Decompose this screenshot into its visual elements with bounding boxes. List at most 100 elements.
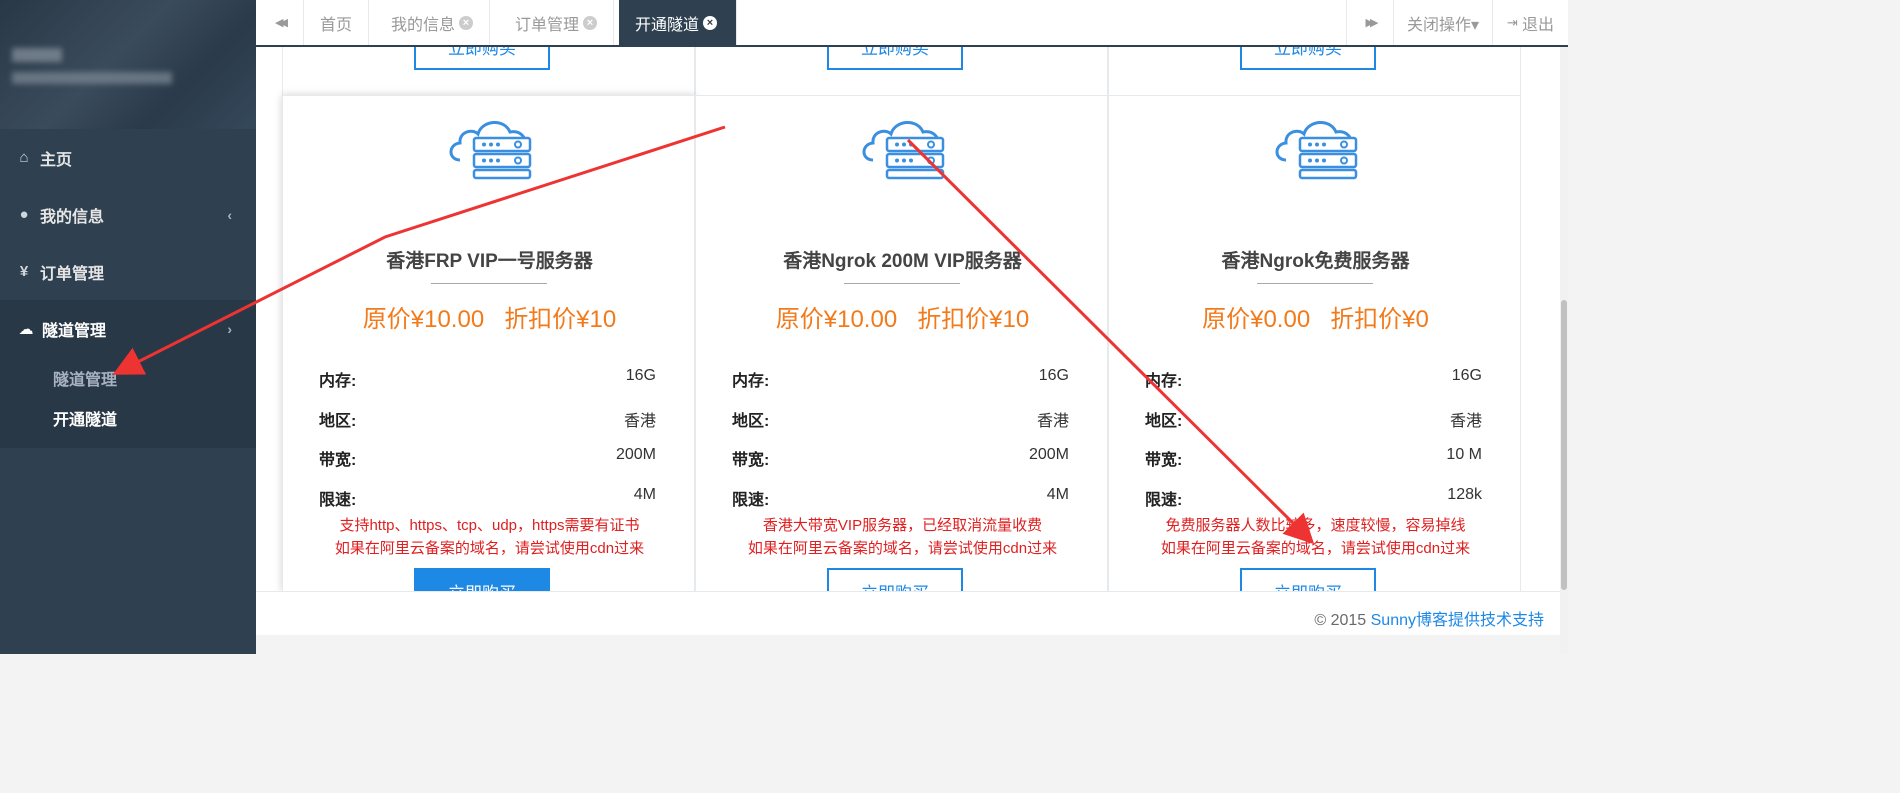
- page-bottom: [256, 635, 1560, 654]
- sidebar-item-tunnel-mgmt[interactable]: ☁ 隧道管理 ›: [0, 300, 256, 357]
- cloud-server-icon: [1275, 121, 1358, 180]
- logout-button[interactable]: ⇥ 退出: [1493, 0, 1568, 45]
- divider: [431, 283, 547, 284]
- spec-label: 带宽:: [1145, 452, 1183, 469]
- copyright-text: © 2015: [1314, 612, 1371, 629]
- scroll-tabs-left-button[interactable]: ◀◀: [256, 0, 304, 45]
- note-line: 支持http、https、tcp、udp，https需要有证书: [339, 517, 640, 534]
- discount-price: 折扣价¥0: [1330, 306, 1429, 333]
- scrollbar-thumb[interactable]: [1561, 300, 1567, 590]
- original-price: 原价¥0.00: [1202, 306, 1311, 333]
- sidebar-item-home[interactable]: ⌂ 主页: [0, 129, 256, 186]
- sidebar-item-label: 主页: [40, 151, 73, 169]
- spec-label: 内存:: [732, 373, 770, 390]
- tab-label: 我的信息: [391, 16, 456, 34]
- blurred-username: [12, 48, 62, 62]
- tab-label: 开通隧道: [635, 16, 700, 34]
- server-card: 香港Ngrok 200M VIP服务器 原价¥10.00 折扣价¥10 内存: …: [695, 95, 1108, 591]
- note-line: 香港大带宽VIP服务器，已经取消流量收费: [762, 517, 1043, 534]
- user-icon: ●: [19, 206, 29, 223]
- sidebar-item-label: 订单管理: [40, 265, 105, 283]
- sidebar: ⌂ 主页 ● 我的信息 ‹ ¥ 订单管理 ☁ 隧道管理 › 隧道管理 开通隧道: [0, 0, 256, 654]
- spec-label: 带宽:: [732, 452, 770, 469]
- spec-label: 地区:: [1145, 413, 1183, 430]
- spec-value: 4M: [1046, 486, 1069, 503]
- spec-value: 4M: [633, 486, 656, 503]
- original-price: 原价¥10.00: [362, 306, 485, 333]
- discount-price: 折扣价¥10: [504, 306, 617, 333]
- note-line: 如果在阿里云备案的域名，请尝试使用cdn过来: [334, 540, 645, 557]
- tab-home[interactable]: 首页: [304, 0, 370, 45]
- chevron-right-icon: ›: [227, 320, 232, 337]
- close-icon[interactable]: ×: [459, 15, 474, 30]
- close-icon[interactable]: ×: [583, 15, 598, 30]
- spec-value: 16G: [1451, 367, 1482, 384]
- main-content: 立即购买 立即购买 立即购买 香港FRP VIP一号服务器 原价¥10.00 折…: [256, 47, 1568, 591]
- tab-open-tunnel[interactable]: 开通隧道 ×: [619, 0, 737, 45]
- spec-value: 香港: [623, 413, 656, 430]
- scroll-tabs-right-button[interactable]: ▶▶: [1346, 0, 1394, 45]
- spec-value: 香港: [1449, 413, 1482, 430]
- blurred-user-info: [12, 72, 172, 84]
- tab-label: 订单管理: [515, 16, 580, 34]
- tab-bar: ◀◀ 首页 我的信息 × 订单管理 × 开通隧道 × ▶▶ 关闭操作▾ ⇥ 退出: [256, 0, 1568, 47]
- divider: [1257, 283, 1373, 284]
- spec-value: 200M: [1028, 446, 1069, 463]
- footer-link[interactable]: Sunny博客提供技术支持: [1371, 612, 1544, 629]
- buy-now-button[interactable]: 立即购买: [414, 568, 550, 591]
- spec-label: 限速:: [732, 492, 770, 509]
- sidebar-item-orders[interactable]: ¥ 订单管理: [0, 243, 256, 300]
- spec-label: 限速:: [319, 492, 357, 509]
- cloud-server-icon: [449, 121, 532, 180]
- yen-icon: ¥: [19, 263, 29, 280]
- buy-now-button[interactable]: 立即购买: [827, 47, 963, 70]
- cloud-server-icon: [862, 121, 945, 180]
- server-card: 香港FRP VIP一号服务器 原价¥10.00 折扣价¥10 内存: 16G 地…: [282, 95, 695, 591]
- divider: [844, 283, 960, 284]
- card-note: 免费服务器人数比较多，速度较慢，容易掉线 如果在阿里云备案的域名，请尝试使用cd…: [1109, 514, 1522, 560]
- home-icon: ⌂: [19, 149, 29, 166]
- card-top-3: 立即购买: [1108, 47, 1521, 95]
- price-line: 原价¥10.00 折扣价¥10: [696, 299, 1109, 334]
- card-top-2: 立即购买: [695, 47, 1108, 95]
- tab-label: 首页: [320, 16, 353, 34]
- spec-label: 地区:: [319, 413, 357, 430]
- discount-price: 折扣价¥10: [917, 306, 1030, 333]
- sidebar-subitem-open-tunnel[interactable]: 开通隧道: [53, 406, 117, 430]
- card-title: 香港Ngrok免费服务器: [1221, 251, 1410, 272]
- server-card: 香港Ngrok免费服务器 原价¥0.00 折扣价¥0 内存: 16G 地区: 香…: [1108, 95, 1521, 591]
- buy-now-button[interactable]: 立即购买: [1240, 47, 1376, 70]
- sidebar-subitem-tunnel-mgmt[interactable]: 隧道管理: [53, 366, 117, 390]
- card-note: 香港大带宽VIP服务器，已经取消流量收费 如果在阿里云备案的域名，请尝试使用cd…: [696, 514, 1109, 560]
- note-line: 免费服务器人数比较多，速度较慢，容易掉线: [1165, 517, 1466, 534]
- spec-label: 内存:: [1145, 373, 1183, 390]
- note-line: 如果在阿里云备案的域名，请尝试使用cdn过来: [747, 540, 1058, 557]
- spec-label: 带宽:: [319, 452, 357, 469]
- close-operations-label: 关闭操作▾: [1406, 16, 1480, 34]
- sidebar-item-my-info[interactable]: ● 我的信息 ‹: [0, 186, 256, 243]
- chevron-left-icon: ‹: [227, 206, 232, 223]
- price-line: 原价¥0.00 折扣价¥0: [1109, 299, 1522, 334]
- footer: © 2015 Sunny博客提供技术支持: [256, 591, 1560, 635]
- logout-icon: ⇥: [1507, 14, 1518, 30]
- spec-value: 128k: [1447, 486, 1482, 503]
- close-icon[interactable]: ×: [703, 15, 718, 30]
- spec-value: 10 M: [1446, 446, 1482, 463]
- price-line: 原价¥10.00 折扣价¥10: [283, 299, 696, 334]
- buy-now-button[interactable]: 立即购买: [827, 568, 963, 591]
- footer-copyright: © 2015 Sunny博客提供技术支持: [1314, 606, 1544, 630]
- buy-now-button[interactable]: 立即购买: [414, 47, 550, 70]
- original-price: 原价¥10.00: [775, 306, 898, 333]
- tab-orders[interactable]: 订单管理 ×: [499, 0, 615, 45]
- spec-value: 香港: [1036, 413, 1069, 430]
- spec-value: 16G: [1038, 367, 1069, 384]
- sidebar-item-label: 隧道管理: [42, 322, 107, 340]
- close-operations-dropdown[interactable]: 关闭操作▾: [1394, 0, 1493, 45]
- card-top-1: 立即购买: [282, 47, 695, 95]
- card-title: 香港FRP VIP一号服务器: [386, 251, 593, 272]
- spec-label: 限速:: [1145, 492, 1183, 509]
- double-right-arrow-icon: ▶▶: [1365, 17, 1379, 29]
- tab-my-info[interactable]: 我的信息 ×: [375, 0, 491, 45]
- card-note: 支持http、https、tcp、udp，https需要有证书 如果在阿里云备案…: [283, 514, 696, 560]
- buy-now-button[interactable]: 立即购买: [1240, 568, 1376, 591]
